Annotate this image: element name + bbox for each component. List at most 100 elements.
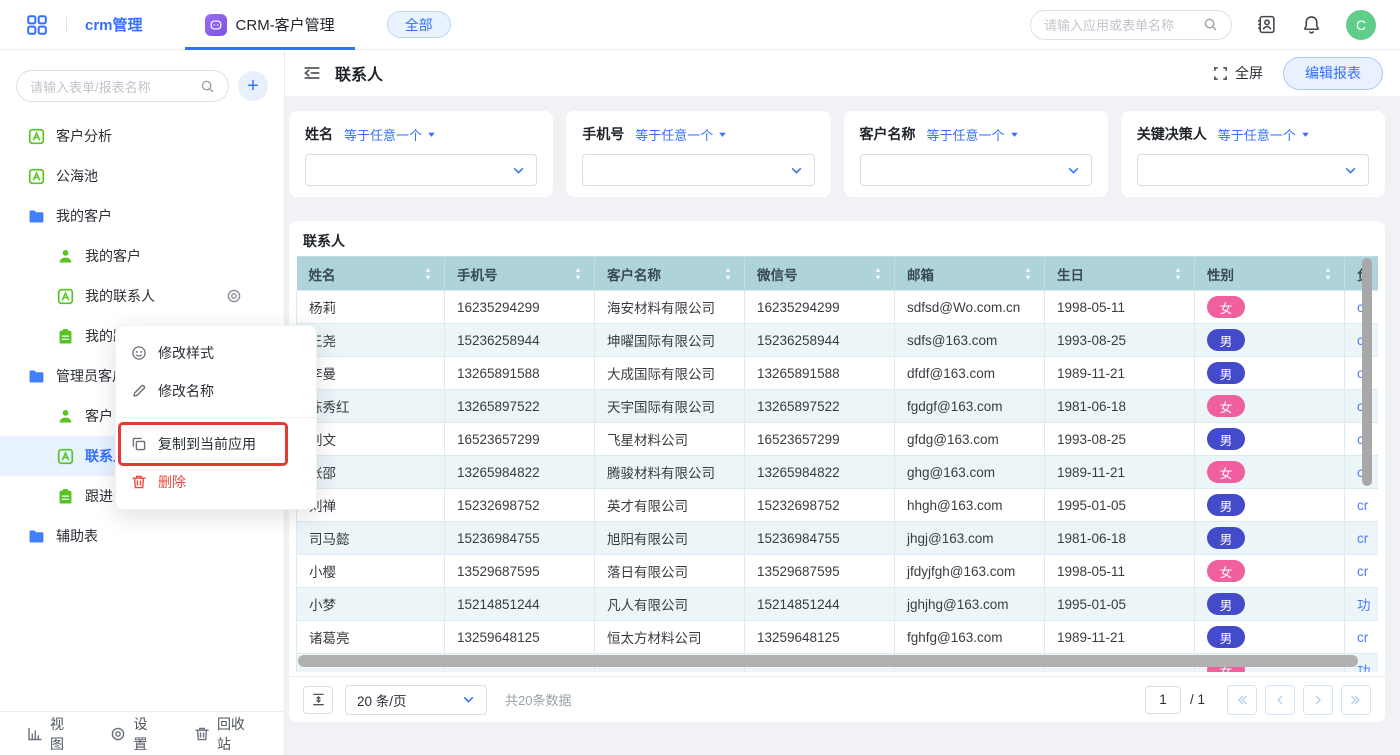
page-total-label: / 1	[1190, 692, 1205, 707]
sidebar-footer-chart[interactable]: 视图	[27, 714, 76, 754]
cell-gender: 男	[1195, 489, 1345, 522]
scroll-top-icon[interactable]	[303, 686, 333, 714]
gear-icon[interactable]	[226, 288, 242, 304]
apps-grid-icon[interactable]	[26, 14, 48, 36]
contacts-icon[interactable]	[1256, 14, 1277, 35]
context-menu-item[interactable]: 复制到当前应用	[116, 425, 316, 463]
context-menu-item-label: 删除	[158, 472, 186, 492]
filter-operator-button[interactable]: 等于任意一个	[1218, 125, 1310, 144]
filter-value-select[interactable]	[305, 154, 537, 186]
app-tab-crm[interactable]: CRM-客户管理	[185, 0, 355, 50]
column-header[interactable]: 生日	[1045, 257, 1195, 291]
filter-value-select[interactable]	[860, 154, 1092, 186]
table-row[interactable]: 刘禅 15232698752 英才有限公司 15232698752 hhgh@1…	[297, 489, 1379, 522]
workspace-link[interactable]: crm管理	[85, 14, 143, 35]
form-search-input[interactable]: 请输入表单/报表名称	[16, 70, 229, 102]
add-form-button[interactable]: +	[238, 71, 268, 101]
sort-icon[interactable]	[1174, 267, 1182, 280]
page-size-select[interactable]: 20 条/页	[345, 685, 487, 715]
column-header[interactable]: 微信号	[745, 257, 895, 291]
cell-company: 坤曜国际有限公司	[595, 324, 745, 357]
column-header[interactable]: 姓名	[297, 257, 445, 291]
sidebar-item[interactable]: 我的客户	[0, 196, 284, 236]
cell-name: 杨莉	[297, 291, 445, 324]
chevron-down-icon	[1067, 164, 1080, 177]
sort-icon[interactable]	[424, 267, 432, 280]
table-row[interactable]: 司马懿 15236984755 旭阳有限公司 15236984755 jhgj@…	[297, 522, 1379, 555]
bell-icon[interactable]	[1301, 14, 1322, 35]
edit-report-button[interactable]: 编辑报表	[1283, 57, 1383, 90]
filter-value-select[interactable]	[1137, 154, 1369, 186]
user-avatar[interactable]: C	[1346, 10, 1376, 40]
cell-owner[interactable]: cr	[1345, 489, 1379, 522]
sidebar-item[interactable]: 公海池	[0, 156, 284, 196]
sidebar-footer-trash[interactable]: 回收站	[194, 714, 257, 754]
cell-owner[interactable]: cr	[1345, 621, 1379, 654]
table-row[interactable]: 王尧 15236258944 坤曜国际有限公司 15236258944 sdfs…	[297, 324, 1379, 357]
cell-owner[interactable]: cr	[1345, 555, 1379, 588]
cell-owner[interactable]: 功	[1345, 588, 1379, 621]
sort-icon[interactable]	[1324, 267, 1332, 280]
topbar-divider	[66, 17, 67, 33]
cell-birthday: 1998-05-11	[1045, 555, 1195, 588]
filter-value-select[interactable]	[582, 154, 814, 186]
table-row[interactable]: 李曼 13265891588 大成国际有限公司 13265891588 dfdf…	[297, 357, 1379, 390]
column-header[interactable]: 性别	[1195, 257, 1345, 291]
pagination-controls: 1 / 1	[1145, 685, 1371, 715]
collapse-sidebar-icon[interactable]	[302, 63, 322, 83]
cell-email: fgdgf@163.com	[895, 390, 1045, 423]
sidebar-footer-gear[interactable]: 设置	[110, 714, 159, 754]
context-menu-item[interactable]: 修改名称	[116, 372, 316, 410]
fullscreen-button[interactable]: 全屏	[1213, 63, 1263, 83]
sort-icon[interactable]	[874, 267, 882, 280]
total-count-label: 共20条数据	[505, 690, 571, 709]
caret-down-icon	[427, 130, 436, 139]
cell-birthday: 1989-11-21	[1045, 621, 1195, 654]
table-row[interactable]: 小樱 13529687595 落日有限公司 13529687595 jfdyjf…	[297, 555, 1379, 588]
sidebar-item[interactable]: 客户分析	[0, 116, 284, 156]
sort-icon[interactable]	[574, 267, 582, 280]
column-header[interactable]: 客户名称	[595, 257, 745, 291]
table-row[interactable]: 杨莉 16235294299 海安材料有限公司 16235294299 sdfs…	[297, 291, 1379, 324]
filter-card: 关键决策人 等于任意一个	[1121, 111, 1385, 197]
table-row[interactable]: 小梦 15214851244 凡人有限公司 15214851244 jghjhg…	[297, 588, 1379, 621]
vertical-scrollbar[interactable]	[1362, 258, 1372, 486]
caret-down-icon	[1301, 130, 1310, 139]
cell-wechat: 15236984755	[745, 522, 895, 555]
context-menu-item[interactable]: 删除	[116, 463, 316, 501]
prev-page-button[interactable]	[1265, 685, 1295, 715]
form-icon	[57, 288, 74, 305]
sidebar-item-label: 我的联系人	[85, 286, 155, 306]
filter-operator-button[interactable]: 等于任意一个	[635, 125, 727, 144]
table-row[interactable]: 张邵 13265984822 腾骏材料有限公司 13265984822 ghg@…	[297, 456, 1379, 489]
last-page-button[interactable]	[1341, 685, 1371, 715]
cell-birthday: 1998-05-11	[1045, 291, 1195, 324]
filter-operator-button[interactable]: 等于任意一个	[344, 125, 436, 144]
cell-email: ghg@163.com	[895, 456, 1045, 489]
column-header[interactable]: 手机号	[445, 257, 595, 291]
sidebar-item[interactable]: 我的客户	[0, 236, 284, 276]
gender-badge: 男	[1207, 494, 1245, 516]
first-page-button[interactable]	[1227, 685, 1257, 715]
global-search-input[interactable]: 请输入应用或表单名称	[1030, 10, 1232, 40]
table-head: 姓名 手机号 客户名称 微信号 邮箱 生日 性别 负	[297, 257, 1379, 291]
cell-email: sdfs@163.com	[895, 324, 1045, 357]
sort-icon[interactable]	[724, 267, 732, 280]
column-header[interactable]: 邮箱	[895, 257, 1045, 291]
scope-all-button[interactable]: 全部	[387, 11, 451, 38]
cell-birthday: 1989-11-21	[1045, 357, 1195, 390]
horizontal-scrollbar[interactable]	[298, 655, 1358, 667]
gender-badge: 男	[1207, 593, 1245, 615]
page-number-input[interactable]: 1	[1145, 686, 1181, 714]
table-row[interactable]: 诸葛亮 13259648125 恒太方材料公司 13259648125 fghf…	[297, 621, 1379, 654]
context-menu-item[interactable]: 修改样式	[116, 334, 316, 372]
cell-owner[interactable]: cr	[1345, 522, 1379, 555]
filter-operator-button[interactable]: 等于任意一个	[927, 125, 1019, 144]
sidebar-item[interactable]: 我的联系人	[0, 276, 284, 316]
sort-icon[interactable]	[1024, 267, 1032, 280]
table-row[interactable]: 陈秀红 13265897522 天宇国际有限公司 13265897522 fgd…	[297, 390, 1379, 423]
next-page-button[interactable]	[1303, 685, 1333, 715]
cell-name: 刘文	[297, 423, 445, 456]
table-row[interactable]: 刘文 16523657299 飞星材料公司 16523657299 gfdg@1…	[297, 423, 1379, 456]
sidebar-item[interactable]: 辅助表	[0, 516, 284, 556]
